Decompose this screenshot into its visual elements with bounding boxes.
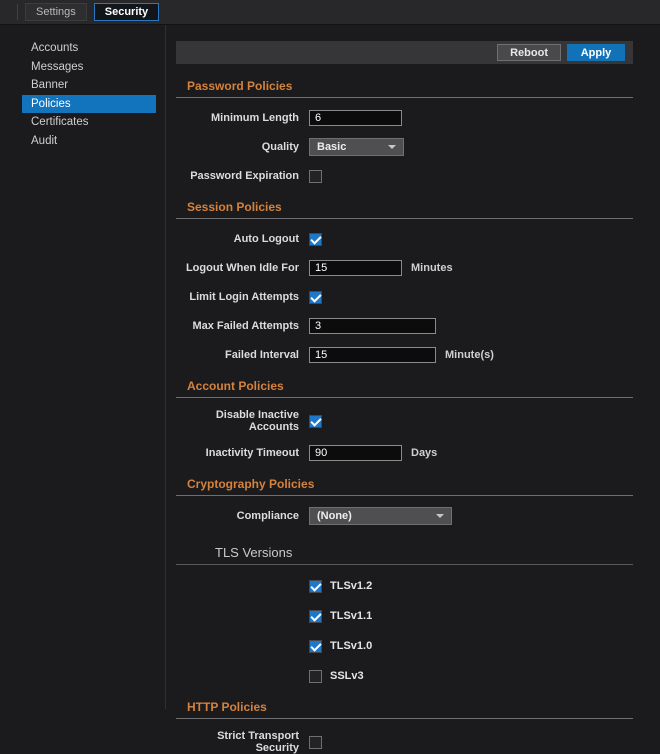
quality-selected-value: Basic [317, 141, 346, 153]
sidebar-item-messages[interactable]: Messages [22, 58, 156, 77]
max-failed-input[interactable] [309, 318, 436, 334]
password-expiration-label: Password Expiration [176, 170, 299, 182]
auto-logout-checkbox[interactable] [309, 233, 322, 246]
chevron-down-icon [436, 514, 444, 518]
tlsv1-2-label: TLSv1.2 [330, 580, 372, 592]
password-expiration-row: Password Expiration [176, 167, 633, 185]
failed-interval-unit: Minute(s) [445, 349, 494, 361]
section-http-policies: HTTP Policies Strict Transport Security [176, 700, 633, 754]
section-divider [176, 97, 633, 98]
failed-interval-label: Failed Interval [176, 349, 299, 361]
strict-transport-label: Strict Transport Security [176, 730, 299, 754]
tab-settings[interactable]: Settings [25, 3, 87, 21]
inactivity-timeout-row: Inactivity Timeout Days [176, 444, 633, 462]
http-policies-title: HTTP Policies [187, 700, 633, 714]
inactivity-timeout-label: Inactivity Timeout [176, 447, 299, 459]
tlsv1-1-label: TLSv1.1 [330, 610, 372, 622]
tlsv1-0-label: TLSv1.0 [330, 640, 372, 652]
sslv3-checkbox[interactable] [309, 670, 322, 683]
disable-inactive-checkbox[interactable] [309, 415, 322, 428]
limit-login-checkbox[interactable] [309, 291, 322, 304]
auto-logout-row: Auto Logout [176, 230, 633, 248]
logout-idle-label: Logout When Idle For [176, 262, 299, 274]
tlsv1-1-row: TLSv1.1 [176, 607, 633, 625]
reboot-button[interactable]: Reboot [497, 44, 561, 61]
inactivity-timeout-unit: Days [411, 447, 437, 459]
section-divider [176, 218, 633, 219]
sslv3-row: SSLv3 [176, 667, 633, 685]
main-panel: Reboot Apply Password Policies Minimum L… [166, 25, 660, 709]
account-policies-title: Account Policies [187, 379, 633, 393]
tls-versions-title: TLS Versions [215, 545, 633, 560]
tlsv1-2-row: TLSv1.2 [176, 577, 633, 595]
top-tab-bar: Settings Security [0, 0, 660, 25]
cryptography-policies-title: Cryptography Policies [187, 477, 633, 491]
topbar-divider [17, 4, 18, 20]
section-session-policies: Session Policies Auto Logout Logout When… [176, 200, 633, 364]
quality-row: Quality Basic [176, 138, 633, 156]
tlsv1-0-checkbox[interactable] [309, 640, 322, 653]
section-account-policies: Account Policies Disable Inactive Accoun… [176, 379, 633, 462]
sidebar-item-policies[interactable]: Policies [22, 95, 156, 114]
limit-login-label: Limit Login Attempts [176, 291, 299, 303]
limit-login-row: Limit Login Attempts [176, 288, 633, 306]
auto-logout-label: Auto Logout [176, 233, 299, 245]
failed-interval-input[interactable] [309, 347, 436, 363]
compliance-selected-value: (None) [317, 510, 352, 522]
disable-inactive-row: Disable Inactive Accounts [176, 409, 633, 433]
minimum-length-row: Minimum Length [176, 109, 633, 127]
max-failed-row: Max Failed Attempts [176, 317, 633, 335]
sidebar: Accounts Messages Banner Policies Certif… [0, 25, 166, 709]
strict-transport-row: Strict Transport Security [176, 730, 633, 754]
sidebar-item-banner[interactable]: Banner [22, 76, 156, 95]
tls-divider [176, 564, 633, 565]
inactivity-timeout-input[interactable] [309, 445, 402, 461]
tlsv1-2-checkbox[interactable] [309, 580, 322, 593]
sidebar-item-audit[interactable]: Audit [22, 132, 156, 151]
disable-inactive-label: Disable Inactive Accounts [176, 409, 299, 433]
password-expiration-checkbox[interactable] [309, 170, 322, 183]
compliance-label: Compliance [176, 510, 299, 522]
apply-button[interactable]: Apply [567, 44, 625, 61]
section-cryptography-policies: Cryptography Policies Compliance (None) … [176, 477, 633, 685]
section-divider [176, 495, 633, 496]
action-toolbar: Reboot Apply [176, 41, 633, 64]
quality-select[interactable]: Basic [309, 138, 404, 156]
logout-idle-input[interactable] [309, 260, 402, 276]
password-policies-title: Password Policies [187, 79, 633, 93]
sidebar-item-accounts[interactable]: Accounts [22, 39, 156, 58]
sidebar-item-certificates[interactable]: Certificates [22, 113, 156, 132]
minimum-length-label: Minimum Length [176, 112, 299, 124]
tlsv1-1-checkbox[interactable] [309, 610, 322, 623]
quality-label: Quality [176, 141, 299, 153]
tlsv1-0-row: TLSv1.0 [176, 637, 633, 655]
chevron-down-icon [388, 145, 396, 149]
logout-idle-unit: Minutes [411, 262, 453, 274]
section-password-policies: Password Policies Minimum Length Quality… [176, 79, 633, 185]
section-divider [176, 718, 633, 719]
tab-security[interactable]: Security [94, 3, 159, 21]
strict-transport-checkbox[interactable] [309, 736, 322, 749]
logout-idle-row: Logout When Idle For Minutes [176, 259, 633, 277]
failed-interval-row: Failed Interval Minute(s) [176, 346, 633, 364]
compliance-select[interactable]: (None) [309, 507, 452, 525]
sslv3-label: SSLv3 [330, 670, 364, 682]
session-policies-title: Session Policies [187, 200, 633, 214]
compliance-row: Compliance (None) [176, 507, 633, 525]
section-divider [176, 397, 633, 398]
max-failed-label: Max Failed Attempts [176, 320, 299, 332]
minimum-length-input[interactable] [309, 110, 402, 126]
